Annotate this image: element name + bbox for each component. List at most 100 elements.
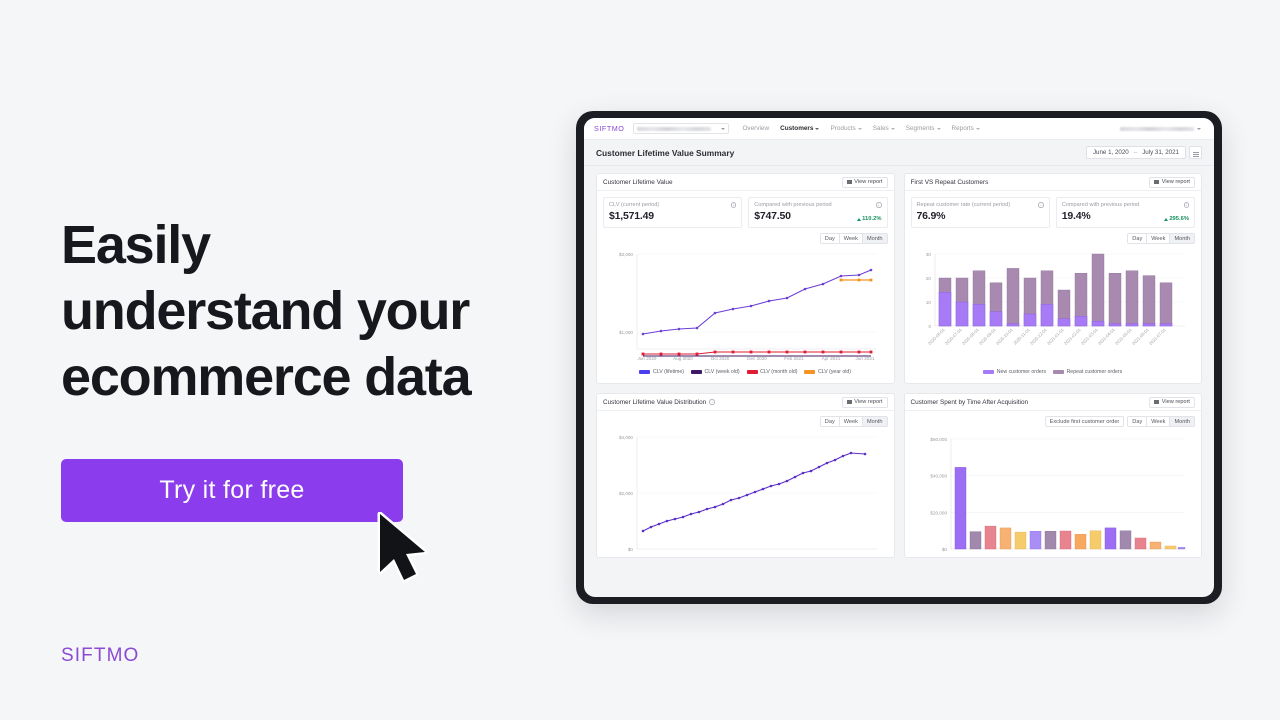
svg-text:$0: $0 [941, 547, 947, 552]
card-title: Customer Spent by Time After Acquisition [910, 398, 1029, 406]
app-logo: SIFTMO [594, 124, 625, 133]
legend-label: Repeat customer orders [1066, 369, 1123, 375]
date-start: June 1, 2020 [1092, 149, 1129, 156]
customer-spent-svg: $60,000 $40,000 $20,000 $0 [930, 437, 1185, 552]
info-icon[interactable]: i [1183, 202, 1189, 208]
kpi-row: CLV (current period) $1,571.49 i Compare… [597, 191, 894, 228]
kpi-clv-previous: Compared with previous period $747.50 i … [748, 197, 888, 228]
toggle-month[interactable]: Month [1170, 417, 1194, 426]
svg-text:$0: $0 [628, 547, 634, 552]
legend-swatch [1053, 369, 1065, 375]
card-title: Customer Lifetime Value Distribution i [603, 399, 715, 406]
info-icon[interactable]: i [709, 399, 715, 405]
exclude-first-order-button[interactable]: Exclude first customer order [1044, 416, 1125, 427]
account-selector[interactable] [1120, 124, 1204, 134]
legend-swatch [804, 369, 816, 375]
filter-icon [1192, 152, 1199, 153]
date-range-picker[interactable]: June 1, 2020 – July 31, 2021 [1085, 146, 1186, 159]
legend-item: CLV (week old) [691, 369, 740, 375]
view-report-button[interactable]: View report [841, 176, 888, 188]
page-root: { "hero": { "headline_lines": ["Easily",… [0, 0, 1280, 720]
filter-menu-button[interactable] [1189, 146, 1202, 159]
legend-label: CLV (lifetime) [652, 369, 684, 375]
store-name-redacted [637, 126, 712, 131]
toggle-week[interactable]: Week [839, 417, 863, 426]
view-report-button[interactable]: View report [841, 396, 888, 408]
date-separator: – [1133, 149, 1138, 156]
card-title: First VS Repeat Customers [910, 178, 989, 186]
svg-text:Apr 2021: Apr 2021 [822, 356, 841, 361]
store-selector[interactable] [633, 123, 730, 134]
report-header: Customer Lifetime Value Summary June 1, … [584, 140, 1214, 166]
report-title: Customer Lifetime Value Summary [596, 147, 735, 158]
svg-text:Feb 2021: Feb 2021 [784, 356, 804, 361]
chevron-down-icon [975, 127, 980, 130]
legend-item: New customer orders [983, 369, 1046, 375]
chart-legend: New customer orders Repeat customer orde… [911, 366, 1196, 379]
svg-text:20: 20 [925, 276, 931, 281]
info-icon[interactable]: i [876, 202, 882, 208]
svg-text:$3,000: $3,000 [619, 252, 633, 257]
report-icon [846, 179, 852, 185]
svg-text:Jun 2021: Jun 2021 [856, 356, 875, 361]
toggle-week[interactable]: Week [839, 234, 863, 243]
try-it-for-free-button[interactable]: Try it for free [61, 459, 403, 522]
toggle-week[interactable]: Week [1147, 234, 1171, 243]
granularity-toggle[interactable]: Day Week Month [819, 416, 888, 427]
chart-clv-line: $3,000 $1,000 Jun 2020 Aug 2020 Oct 2020… [597, 244, 894, 383]
chevron-down-icon [815, 127, 820, 130]
granularity-toggle-row: Day Week Month [597, 228, 894, 244]
nav-item-sales[interactable]: Sales [873, 125, 895, 132]
legend-swatch [639, 369, 651, 375]
toggle-day[interactable]: Day [1128, 234, 1148, 243]
toggle-month[interactable]: Month [862, 417, 887, 426]
chevron-down-icon [1197, 127, 1201, 130]
view-report-label: View report [854, 399, 883, 405]
card-first-vs-repeat-customers: First VS Repeat Customers View report Re… [903, 173, 1202, 384]
kpi-label: CLV (current period) [609, 202, 660, 208]
kpi-clv-current: CLV (current period) $1,571.49 i [603, 197, 743, 228]
card-header: Customer Spent by Time After Acquisition… [904, 394, 1201, 411]
nav-item-products[interactable]: Products [830, 125, 862, 132]
info-icon[interactable]: i [730, 202, 737, 208]
svg-text:Dec 2020: Dec 2020 [747, 356, 767, 361]
view-report-label: View report [1161, 179, 1190, 185]
legend-item: CLV (year old) [804, 369, 851, 375]
info-icon[interactable]: i [1038, 202, 1044, 208]
report-icon [1154, 399, 1160, 405]
app-top-nav: SIFTMO Overview Customers Products Sales… [584, 118, 1214, 140]
card-customer-spent-by-time: Customer Spent by Time After Acquisition… [903, 393, 1202, 558]
toggle-week[interactable]: Week [1147, 417, 1171, 426]
view-report-button[interactable]: View report [1149, 396, 1195, 408]
legend-label: CLV (year old) [817, 369, 852, 375]
svg-text:$4,000: $4,000 [619, 435, 633, 440]
nav-item-reports[interactable]: Reports [952, 125, 980, 132]
view-report-label: View report [1161, 399, 1190, 405]
toggle-day[interactable]: Day [820, 234, 840, 243]
toggle-day[interactable]: Day [1128, 417, 1148, 426]
kpi-label: Compared with previous period [754, 202, 832, 208]
toggle-month[interactable]: Month [862, 234, 887, 243]
view-report-button[interactable]: View report [1149, 176, 1195, 188]
granularity-toggle[interactable]: Day Week Month [819, 233, 888, 244]
nav-links: Overview Customers Products Sales Segmen… [742, 125, 980, 132]
siftmo-logo: SIFTMO [61, 645, 140, 666]
legend-label: New customer orders [996, 369, 1047, 375]
nav-item-segments[interactable]: Segments [906, 125, 941, 132]
toggle-day[interactable]: Day [820, 417, 840, 426]
card-clv-distribution: Customer Lifetime Value Distribution i V… [596, 393, 895, 558]
granularity-toggle[interactable]: Day Week Month [1127, 233, 1195, 244]
nav-item-overview[interactable]: Overview [742, 125, 769, 132]
headline-line-1: Easily [61, 215, 211, 275]
nav-item-customers[interactable]: Customers [780, 125, 820, 132]
svg-text:$60,000: $60,000 [930, 437, 947, 442]
card-customer-lifetime-value: Customer Lifetime Value View report CLV … [596, 173, 895, 384]
legend-item: Repeat customer orders [1053, 369, 1122, 375]
legend-item: CLV (month old) [746, 369, 797, 375]
granularity-toggle[interactable]: Day Week Month [1127, 416, 1195, 427]
clv-line-svg: $3,000 $1,000 Jun 2020 Aug 2020 Oct 2020… [619, 252, 877, 361]
toggle-month[interactable]: Month [1170, 234, 1194, 243]
card-title: Customer Lifetime Value [603, 178, 673, 186]
report-icon [846, 399, 852, 405]
nav-label: Sales [872, 125, 889, 132]
